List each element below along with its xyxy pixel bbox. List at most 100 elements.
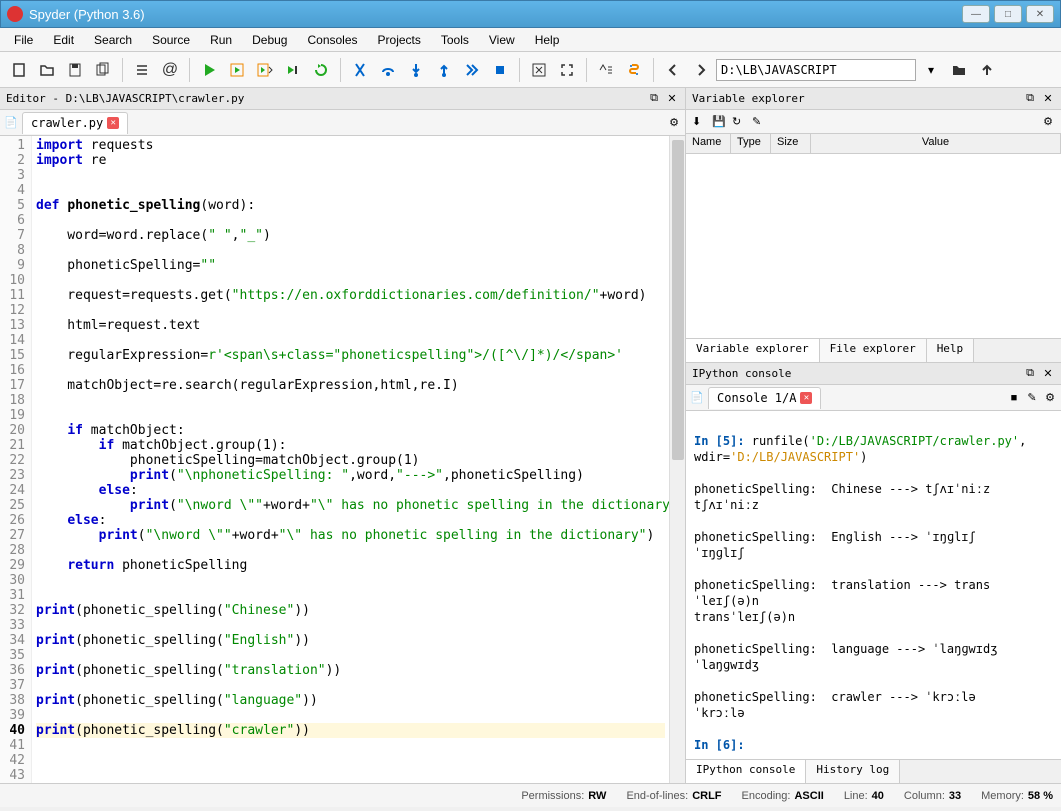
sb-line-label: Line:: [844, 790, 868, 802]
console-pane: IPython console ⧉ ✕ 📄 Console 1/A ✕ ■ ✎ …: [686, 363, 1061, 783]
undock-icon[interactable]: ⧉: [647, 92, 661, 106]
variable-explorer-pane: Variable explorer ⧉ ✕ ⬇ 💾 ↻ ✎ ⚙ Name Typ…: [686, 88, 1061, 363]
browse-dir-icon[interactable]: [946, 57, 972, 83]
tab-file-explorer[interactable]: File explorer: [820, 339, 927, 362]
browse-tabs-icon[interactable]: 📄: [4, 116, 18, 130]
var-explorer-title: Variable explorer: [692, 92, 1023, 105]
col-size[interactable]: Size: [771, 134, 811, 153]
tab-help[interactable]: Help: [927, 339, 975, 362]
at-icon[interactable]: @: [157, 57, 183, 83]
maximize-pane-icon[interactable]: [526, 57, 552, 83]
run-cell-advance-icon[interactable]: [252, 57, 278, 83]
statusbar: Permissions: RW End-of-lines: CRLF Encod…: [0, 783, 1061, 807]
sb-perm-value: RW: [588, 790, 606, 802]
menu-source[interactable]: Source: [142, 30, 200, 50]
run-selection-icon[interactable]: [280, 57, 306, 83]
sb-eol-value: CRLF: [692, 790, 721, 802]
sb-enc-label: Encoding:: [742, 790, 791, 802]
step-into-icon[interactable]: [403, 57, 429, 83]
menu-help[interactable]: Help: [525, 30, 570, 50]
step-over-icon[interactable]: [375, 57, 401, 83]
menu-consoles[interactable]: Consoles: [297, 30, 367, 50]
close-button[interactable]: ✕: [1026, 5, 1054, 23]
sb-enc-value: ASCII: [794, 790, 823, 802]
col-value[interactable]: Value: [811, 134, 1061, 153]
undock-icon[interactable]: ⧉: [1023, 92, 1037, 106]
sb-mem-value: 58 %: [1028, 790, 1053, 802]
editor-tab[interactable]: crawler.py ✕: [22, 112, 128, 134]
undock-icon[interactable]: ⧉: [1023, 367, 1037, 381]
menu-run[interactable]: Run: [200, 30, 242, 50]
sb-line-value: 40: [872, 790, 884, 802]
sb-col-label: Column:: [904, 790, 945, 802]
editor-header: Editor - D:\LB\JAVASCRIPT\crawler.py: [6, 92, 647, 105]
var-options-icon[interactable]: ⚙: [1041, 115, 1055, 129]
path-dropdown-icon[interactable]: ▾: [918, 57, 944, 83]
close-pane-icon[interactable]: ✕: [665, 92, 679, 106]
new-file-icon[interactable]: [6, 57, 32, 83]
menu-view[interactable]: View: [479, 30, 525, 50]
browse-tabs-icon[interactable]: 📄: [690, 391, 704, 405]
preferences-icon[interactable]: [593, 57, 619, 83]
variable-table[interactable]: Name Type Size Value: [686, 134, 1061, 338]
tab-label: crawler.py: [31, 116, 103, 130]
menu-search[interactable]: Search: [84, 30, 142, 50]
tab-close-icon[interactable]: ✕: [800, 392, 812, 404]
back-icon[interactable]: [660, 57, 686, 83]
run-icon[interactable]: [196, 57, 222, 83]
console-output[interactable]: In [5]: runfile('D:/LB/JAVASCRIPT/crawle…: [686, 411, 1061, 759]
code-area[interactable]: import requests import re def phonetic_s…: [32, 136, 669, 783]
debug-icon[interactable]: [347, 57, 373, 83]
sb-mem-label: Memory:: [981, 790, 1024, 802]
stop-debug-icon[interactable]: [487, 57, 513, 83]
continue-icon[interactable]: [459, 57, 485, 83]
refresh-icon[interactable]: ↻: [732, 115, 746, 129]
sb-col-value: 33: [949, 790, 961, 802]
line-gutter: 1 2 3 4 5 6 7 8 9 10 11 12 13 14 15 16 1…: [0, 136, 32, 783]
sb-eol-label: End-of-lines:: [626, 790, 688, 802]
close-pane-icon[interactable]: ✕: [1041, 92, 1055, 106]
import-data-icon[interactable]: ⬇: [692, 115, 706, 129]
rerun-icon[interactable]: [308, 57, 334, 83]
clear-console-icon[interactable]: ✎: [1025, 391, 1039, 405]
tab-history[interactable]: History log: [806, 760, 900, 783]
tab-ipython[interactable]: IPython console: [686, 760, 806, 783]
menu-tools[interactable]: Tools: [431, 30, 479, 50]
working-dir-input[interactable]: [716, 59, 916, 81]
spyder-icon: [7, 6, 23, 22]
fullscreen-icon[interactable]: [554, 57, 580, 83]
toolbar: @ ▾: [0, 52, 1061, 88]
code-editor[interactable]: 1 2 3 4 5 6 7 8 9 10 11 12 13 14 15 16 1…: [0, 136, 685, 783]
menubar: File Edit Search Source Run Debug Consol…: [0, 28, 1061, 52]
save-icon[interactable]: [62, 57, 88, 83]
save-all-icon[interactable]: [90, 57, 116, 83]
clear-icon[interactable]: ✎: [752, 115, 766, 129]
tab-close-icon[interactable]: ✕: [107, 117, 119, 129]
save-data-icon[interactable]: 💾: [712, 115, 726, 129]
editor-options-icon[interactable]: ⚙: [667, 116, 681, 130]
close-pane-icon[interactable]: ✕: [1041, 367, 1055, 381]
col-type[interactable]: Type: [731, 134, 771, 153]
menu-projects[interactable]: Projects: [368, 30, 431, 50]
minimize-button[interactable]: ―: [962, 5, 990, 23]
open-file-icon[interactable]: [34, 57, 60, 83]
menu-edit[interactable]: Edit: [43, 30, 84, 50]
maximize-button[interactable]: □: [994, 5, 1022, 23]
col-name[interactable]: Name: [686, 134, 731, 153]
tab-variable-explorer[interactable]: Variable explorer: [686, 339, 820, 362]
parent-dir-icon[interactable]: [974, 57, 1000, 83]
step-out-icon[interactable]: [431, 57, 457, 83]
editor-pane: Editor - D:\LB\JAVASCRIPT\crawler.py ⧉ ✕…: [0, 88, 686, 783]
console-options-icon[interactable]: ⚙: [1043, 391, 1057, 405]
menu-debug[interactable]: Debug: [242, 30, 297, 50]
console-tab-label: Console 1/A: [717, 391, 796, 405]
forward-icon[interactable]: [688, 57, 714, 83]
editor-scrollbar[interactable]: [669, 136, 685, 783]
sb-perm-label: Permissions:: [521, 790, 584, 802]
run-cell-icon[interactable]: [224, 57, 250, 83]
pythonpath-icon[interactable]: [621, 57, 647, 83]
list-icon[interactable]: [129, 57, 155, 83]
menu-file[interactable]: File: [4, 30, 43, 50]
console-tab[interactable]: Console 1/A ✕: [708, 387, 821, 409]
interrupt-icon[interactable]: ■: [1007, 391, 1021, 405]
